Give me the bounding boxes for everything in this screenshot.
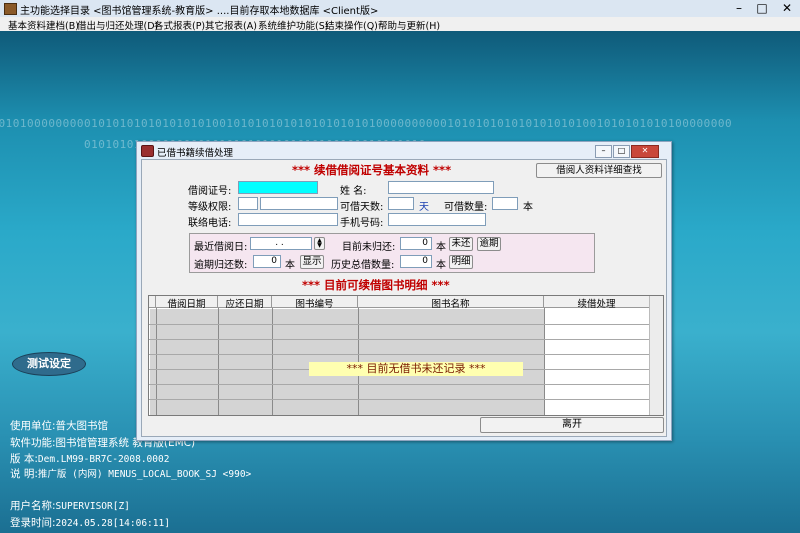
maximize-button[interactable]: □ bbox=[751, 0, 773, 17]
name-field[interactable] bbox=[388, 181, 494, 194]
overdue-return-label: 逾期归还数: bbox=[194, 260, 248, 271]
section-basic-info-title: *** 续借借阅证号基本资料 *** bbox=[292, 163, 452, 177]
unreturned-value: 0 bbox=[400, 237, 432, 250]
row-header-corner bbox=[149, 296, 156, 308]
menu-bar: 基本资料建档(B) 借出与归还处理(D) 各式报表(P) 其它报表(A) 系统维… bbox=[0, 17, 800, 32]
borrow-stats-panel: 最近借阅日: . . ▲ ▼ 目前未归还: 0 本 未还 逾期 逾期归还数: 0 … bbox=[189, 233, 595, 273]
dialog-title: 已借书籍续借处理 bbox=[157, 148, 234, 159]
no-record-message: *** 目前无借书未还记录 *** bbox=[309, 362, 523, 376]
column-renew-action[interactable]: 续借处理 bbox=[544, 296, 650, 310]
menu-exit[interactable]: 结束操作(Q) bbox=[325, 18, 378, 32]
dialog-maximize-button[interactable]: □ bbox=[613, 145, 630, 158]
info-version: 版 本:Dem.LM99-BR7C-2008.0002 bbox=[10, 453, 170, 465]
quantity-unit: 本 bbox=[523, 202, 533, 213]
app-icon bbox=[4, 3, 17, 15]
level-name-field[interactable] bbox=[260, 197, 338, 210]
last-borrow-date[interactable]: . . bbox=[250, 237, 312, 250]
menu-other-reports[interactable]: 其它报表(A) bbox=[205, 18, 257, 32]
renew-dialog: 已借书籍续借处理 – □ ✕ *** 续借借阅证号基本资料 *** 借阅人资料详… bbox=[136, 141, 672, 441]
grid-line bbox=[149, 384, 649, 385]
history-total-label: 历史总借数量: bbox=[331, 260, 395, 271]
menu-lend-return[interactable]: 借出与归还处理(D) bbox=[77, 18, 158, 32]
close-button[interactable]: ✕ bbox=[774, 0, 800, 17]
binary-pattern-row: 0101010100000000010101010101010101001010… bbox=[0, 117, 733, 130]
days-label: 可借天数: bbox=[340, 202, 384, 213]
date-spinner[interactable]: ▲ ▼ bbox=[314, 237, 325, 250]
column-book-name[interactable]: 图书名称 bbox=[358, 296, 544, 310]
quantity-field[interactable] bbox=[492, 197, 518, 210]
column-due-date[interactable]: 应还日期 bbox=[218, 296, 272, 310]
overdue-unit: 本 bbox=[285, 260, 295, 271]
leave-button[interactable]: 离开 bbox=[480, 417, 664, 433]
mobile-field[interactable] bbox=[388, 213, 486, 226]
info-unit: 使用单位:普大图书馆 bbox=[10, 420, 109, 432]
unreturned-unit: 本 bbox=[436, 242, 446, 253]
level-code-field[interactable] bbox=[238, 197, 258, 210]
section-renewable-title: *** 目前可续借图书明细 *** bbox=[302, 278, 450, 292]
grid-line bbox=[149, 399, 649, 400]
quantity-label: 可借数量: bbox=[444, 202, 488, 213]
level-label: 等级权限: bbox=[188, 202, 232, 213]
dialog-body: *** 续借借阅证号基本资料 *** 借阅人资料详细查找 借阅证号: 姓 名: … bbox=[141, 159, 667, 437]
name-label: 姓 名: bbox=[340, 186, 367, 197]
renewable-books-grid[interactable]: 借阅日期 应还日期 图书编号 图书名称 续借处理 *** 目前无借书未还记录 *… bbox=[148, 295, 664, 416]
dialog-close-button[interactable]: ✕ bbox=[631, 145, 659, 158]
test-settings-button[interactable]: 测试设定 bbox=[12, 352, 86, 376]
column-borrow-date[interactable]: 借阅日期 bbox=[156, 296, 218, 310]
menu-help[interactable]: 帮助与更新(H) bbox=[378, 18, 440, 32]
history-detail-button[interactable]: 明细 bbox=[449, 255, 473, 269]
days-unit: 天 bbox=[419, 202, 429, 213]
phone-field[interactable] bbox=[238, 213, 338, 226]
minimize-button[interactable]: – bbox=[728, 0, 750, 17]
history-total-value: 0 bbox=[400, 255, 432, 268]
info-user: 用户名称:SUPERVISOR[Z] bbox=[10, 500, 130, 512]
grid-line bbox=[149, 339, 649, 340]
borrower-detail-search-button[interactable]: 借阅人资料详细查找 bbox=[536, 163, 662, 178]
unreturned-button[interactable]: 未还 bbox=[449, 237, 473, 251]
menu-basic-data[interactable]: 基本资料建档(B) bbox=[8, 18, 79, 32]
window-title: 主功能选择目录 <图书馆管理系统-教育版> ....目前存取本地数据库 <Cli… bbox=[20, 6, 379, 17]
phone-label: 联络电话: bbox=[188, 218, 232, 229]
info-description: 说 明:推广版 (内网) MENUS_LOCAL_BOOK_SJ <990> bbox=[10, 468, 252, 480]
menu-system-maintenance[interactable]: 系统维护功能(S) bbox=[258, 18, 328, 32]
grid-line bbox=[149, 324, 649, 325]
dialog-icon bbox=[141, 145, 154, 157]
card-number-input[interactable] bbox=[238, 181, 318, 194]
overdue-button[interactable]: 逾期 bbox=[477, 237, 501, 251]
grid-scrollbar[interactable] bbox=[649, 296, 663, 415]
dialog-titlebar: 已借书籍续借处理 – □ ✕ bbox=[137, 142, 671, 159]
last-borrow-label: 最近借阅日: bbox=[194, 242, 248, 253]
app-titlebar: 主功能选择目录 <图书馆管理系统-教育版> ....目前存取本地数据库 <Cli… bbox=[0, 0, 800, 18]
grid-line bbox=[149, 354, 649, 355]
history-unit: 本 bbox=[436, 260, 446, 271]
column-book-id[interactable]: 图书编号 bbox=[272, 296, 358, 310]
mobile-label: 手机号码: bbox=[340, 218, 384, 229]
overdue-return-value: 0 bbox=[253, 255, 281, 268]
unreturned-label: 目前未归还: bbox=[342, 242, 396, 253]
info-login-time: 登录时间:2024.05.28[14:06:11] bbox=[10, 517, 170, 529]
days-field[interactable] bbox=[388, 197, 414, 210]
dialog-minimize-button[interactable]: – bbox=[595, 145, 612, 158]
show-button[interactable]: 显示 bbox=[300, 255, 324, 269]
card-number-label: 借阅证号: bbox=[188, 186, 232, 197]
menu-reports[interactable]: 各式报表(P) bbox=[154, 18, 205, 32]
